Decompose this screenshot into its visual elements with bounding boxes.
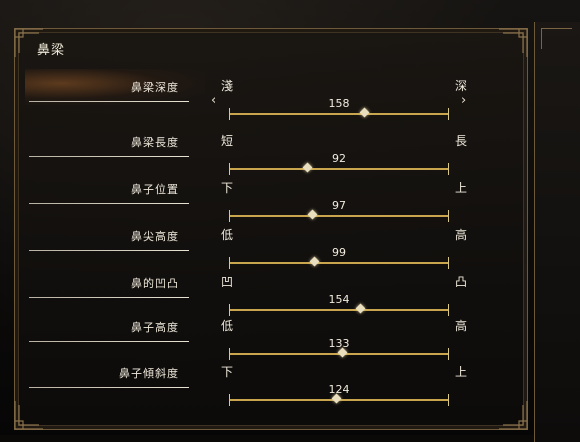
slider-max-label: 高 (455, 228, 468, 242)
slider-track[interactable] (229, 303, 449, 316)
slider-track[interactable] (229, 347, 449, 360)
slider-max-label: 長 (455, 134, 468, 148)
label-underline (29, 101, 189, 102)
slider-max-label: 深 (455, 79, 468, 93)
slider-min-label: 下 (221, 365, 234, 379)
slider-value: 154 (328, 293, 350, 306)
slider-value: 92 (332, 152, 346, 165)
label-underline (29, 250, 189, 251)
panel-title: 鼻梁 (37, 43, 66, 58)
label-underline (29, 156, 189, 157)
slider-row[interactable]: 鼻子位置 下 上 97 (15, 175, 527, 222)
track-start-tick (229, 108, 230, 120)
slider-label[interactable]: 鼻梁長度 (131, 134, 179, 150)
slider-label[interactable]: 鼻子位置 (131, 181, 179, 197)
nose-bridge-panel: 鼻梁 鼻梁深度淺深 ‹ › 158 鼻梁長度短長 92 鼻子位置下上 97 鼻尖高度低高 99 鼻的… (14, 28, 528, 430)
slider-max-label: 凸 (455, 275, 468, 289)
slider-min-label: 凹 (221, 275, 234, 289)
slider-value: 97 (332, 199, 346, 212)
track-end-tick (448, 257, 449, 269)
slider-row[interactable]: 鼻尖高度 低 高 99 (15, 222, 527, 269)
slider-track[interactable] (229, 162, 449, 175)
arrow-right-icon[interactable]: › (461, 93, 466, 108)
slider-label[interactable]: 鼻的凹凸 (131, 275, 179, 291)
slider-value: 158 (328, 97, 350, 110)
slider-row[interactable]: 鼻子傾斜度 下 上 124 (15, 359, 527, 406)
slider-track[interactable] (229, 256, 449, 269)
slider-thumb[interactable] (355, 303, 366, 314)
track-start-tick (229, 163, 230, 175)
slider-thumb[interactable] (359, 107, 370, 118)
slider-label[interactable]: 鼻子傾斜度 (119, 365, 179, 381)
track-end-tick (448, 163, 449, 175)
slider-value: 124 (328, 383, 350, 396)
slider-label[interactable]: 鼻子高度 (131, 319, 179, 335)
slider-track[interactable] (229, 393, 449, 406)
slider-value: 99 (332, 246, 346, 259)
label-underline (29, 387, 189, 388)
arrow-left-icon[interactable]: ‹ (211, 93, 216, 108)
slider-row[interactable]: 鼻梁深度 淺 深 ‹ › 158 (15, 69, 527, 120)
frame-ornament (541, 28, 572, 49)
label-underline (29, 341, 189, 342)
slider-thumb[interactable] (309, 256, 320, 267)
slider-min-label: 下 (221, 181, 234, 195)
slider-row[interactable]: 鼻子高度 低 高 133 (15, 313, 527, 360)
slider-thumb[interactable] (307, 209, 318, 220)
track-start-tick (229, 394, 230, 406)
slider-min-label: 低 (221, 228, 234, 242)
frame-corner-ornament (495, 27, 529, 61)
track-end-tick (448, 108, 449, 120)
slider-row[interactable]: 鼻的凹凸 凹 凸 154 (15, 269, 527, 316)
slider-track[interactable] (229, 107, 449, 120)
slider-track[interactable] (229, 209, 449, 222)
slider-max-label: 高 (455, 319, 468, 333)
track-start-tick (229, 210, 230, 222)
slider-label[interactable]: 鼻尖高度 (131, 228, 179, 244)
label-underline (29, 203, 189, 204)
slider-min-label: 低 (221, 319, 234, 333)
slider-thumb[interactable] (302, 162, 313, 173)
slider-row[interactable]: 鼻梁長度 短 長 92 (15, 128, 527, 175)
label-underline (29, 297, 189, 298)
slider-max-label: 上 (455, 181, 468, 195)
track-end-tick (448, 210, 449, 222)
track-end-tick (448, 394, 449, 406)
slider-min-label: 淺 (221, 79, 234, 93)
side-panel (534, 22, 580, 442)
slider-max-label: 上 (455, 365, 468, 379)
track-start-tick (229, 257, 230, 269)
slider-label[interactable]: 鼻梁深度 (131, 79, 179, 95)
slider-min-label: 短 (221, 134, 234, 148)
slider-value: 133 (328, 337, 350, 350)
